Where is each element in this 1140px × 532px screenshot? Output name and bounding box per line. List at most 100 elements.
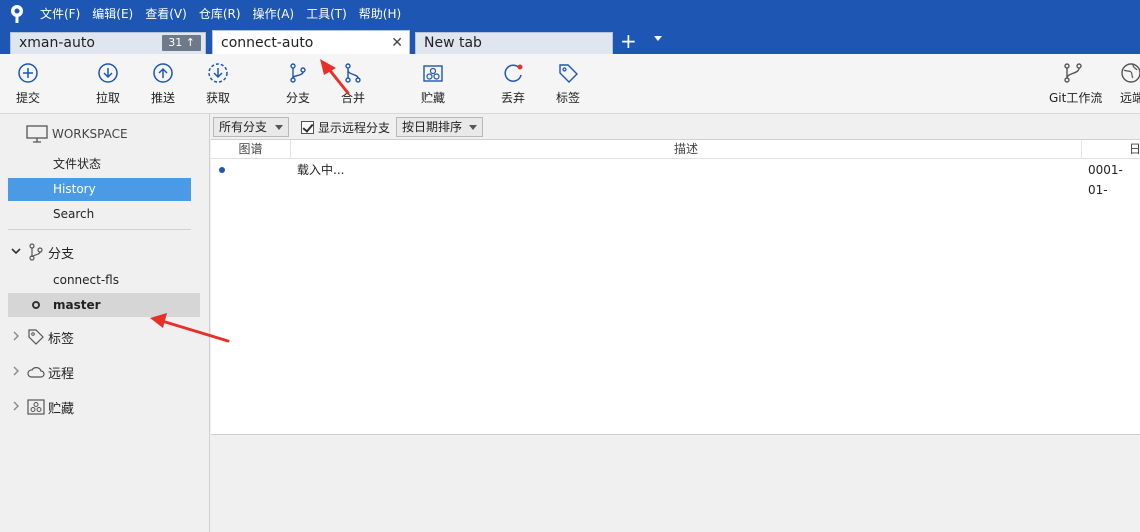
branch-icon (24, 243, 48, 261)
sidebar: WORKSPACE 文件状态 History Search 分支 connect… (0, 114, 210, 532)
show-remote-branches-toggle[interactable]: 显示远程分支 (301, 119, 390, 136)
history-panel: 所有分支 显示远程分支 按日期排序 图谱 描述 日 载入中... 0001-01… (211, 114, 1140, 532)
stash-button[interactable]: 贮藏 (409, 62, 457, 106)
globe-icon (1121, 63, 1140, 83)
fetch-label: 获取 (205, 91, 230, 105)
chevron-down-icon[interactable] (654, 36, 662, 41)
plus-circle-icon (18, 63, 38, 83)
chevron-down-icon (469, 125, 477, 130)
branch-button[interactable]: 分支 (274, 62, 322, 106)
branch-label: 分支 (285, 91, 310, 105)
sidebar-group-stashes[interactable]: 贮藏 (8, 395, 74, 419)
fetch-button[interactable]: 获取 (194, 62, 242, 106)
stashes-label: 贮藏 (48, 401, 75, 417)
commit-graph-node (219, 167, 225, 173)
sidebar-group-remotes[interactable]: 远程 (8, 360, 74, 384)
tag-icon (559, 64, 578, 83)
filter-bar: 所有分支 显示远程分支 按日期排序 (211, 114, 1140, 140)
branch-icon (290, 63, 306, 83)
sidebar-group-branches[interactable]: 分支 (8, 240, 74, 264)
discard-button[interactable]: 丢弃 (489, 62, 537, 106)
discard-label: 丢弃 (500, 91, 525, 105)
sort-dropdown[interactable]: 按日期排序 (396, 117, 483, 137)
sidebar-divider (8, 229, 191, 230)
merge-label: 合并 (340, 91, 365, 105)
menu-bar: 文件(F) 编辑(E) 查看(V) 仓库(R) 操作(A) 工具(T) 帮助(H… (0, 0, 1140, 28)
tab-label: New tab (424, 35, 482, 51)
workspace-header: WORKSPACE (26, 125, 128, 143)
merge-button[interactable]: 合并 (329, 62, 377, 106)
tags-label: 标签 (48, 331, 75, 347)
tag-icon (24, 328, 48, 346)
table-row[interactable]: 载入中... 0001-01- (211, 160, 1140, 197)
gitflow-icon (1064, 63, 1082, 83)
menu-repository[interactable]: 仓库(R) (193, 0, 247, 28)
chevron-right-icon[interactable] (8, 366, 24, 379)
commit-button[interactable]: 提交 (4, 62, 52, 106)
push-button[interactable]: 推送 (139, 62, 187, 106)
branch-filter-dropdown[interactable]: 所有分支 (213, 117, 289, 137)
stash-icon (24, 399, 48, 415)
menu-view[interactable]: 查看(V) (139, 0, 193, 28)
menu-tools[interactable]: 工具(T) (300, 0, 353, 28)
fetch-icon (208, 63, 228, 83)
menu-file[interactable]: 文件(F) (34, 0, 86, 28)
stash-label: 贮藏 (420, 91, 445, 105)
tab-label: connect-auto (221, 35, 314, 51)
push-label: 推送 (150, 91, 175, 105)
sort-value: 按日期排序 (402, 120, 463, 134)
pull-button[interactable]: 拉取 (84, 62, 132, 106)
chevron-right-icon[interactable] (8, 331, 24, 344)
branch-item-master[interactable]: master (8, 293, 200, 317)
app-logo-icon (0, 0, 34, 28)
tag-button[interactable]: 标签 (544, 62, 592, 106)
sidebar-item-file-status[interactable]: 文件状态 (8, 153, 191, 176)
column-header-date[interactable]: 日 (1082, 140, 1140, 159)
ahead-count-badge: 31 ↑ (162, 35, 201, 51)
column-header-description[interactable]: 描述 (291, 140, 1082, 159)
close-icon[interactable]: ✕ (391, 31, 403, 55)
arrow-up-circle-icon (153, 63, 173, 83)
tab-label: xman-auto (19, 35, 95, 51)
gitflow-button[interactable]: Git工作流 (1049, 62, 1103, 106)
discard-icon (504, 64, 523, 82)
workspace-title: WORKSPACE (52, 127, 128, 141)
sourcetree-window: 文件(F) 编辑(E) 查看(V) 仓库(R) 操作(A) 工具(T) 帮助(H… (0, 0, 1140, 532)
remote-label: 远端 (1120, 91, 1140, 105)
remote-button[interactable]: 远端 (1112, 62, 1140, 106)
tag-label: 标签 (555, 91, 580, 105)
chevron-down-icon[interactable] (8, 246, 24, 259)
tab-new-tab[interactable]: New tab (415, 32, 613, 54)
branch-item-connect-fls[interactable]: connect-fls (8, 268, 200, 292)
show-remote-label: 显示远程分支 (318, 121, 391, 135)
checkbox-checked[interactable] (301, 121, 314, 134)
commit-details-panel (211, 435, 1140, 532)
menu-help[interactable]: 帮助(H) (353, 0, 407, 28)
tab-xman-auto[interactable]: xman-auto 31 ↑ (10, 32, 206, 54)
add-tab-icon[interactable]: + (620, 31, 637, 51)
stash-icon (423, 65, 443, 82)
remotes-label: 远程 (48, 366, 75, 382)
commit-table-header: 图谱 描述 日 (211, 140, 1140, 159)
sidebar-item-search[interactable]: Search (8, 203, 191, 226)
merge-icon (345, 63, 361, 83)
branches-label: 分支 (48, 246, 75, 262)
toolbar: 提交 拉取 推送 获取 分支 合并 贮藏 丢弃 标签 Git工作流 远端 (0, 54, 1140, 114)
tab-bar: xman-auto 31 ↑ connect-auto ✕ New tab + (0, 28, 1140, 54)
sidebar-group-tags[interactable]: 标签 (8, 325, 74, 349)
branch-name: master (53, 298, 101, 312)
cloud-icon (24, 365, 48, 379)
tab-connect-auto[interactable]: connect-auto ✕ (212, 30, 410, 54)
column-header-graph[interactable]: 图谱 (211, 140, 291, 159)
menu-actions[interactable]: 操作(A) (247, 0, 301, 28)
chevron-right-icon[interactable] (8, 401, 24, 414)
branch-filter-value: 所有分支 (219, 120, 268, 134)
commit-description: 载入中... (297, 163, 345, 177)
gitflow-label: Git工作流 (1049, 91, 1103, 105)
sidebar-item-history[interactable]: History (8, 178, 191, 201)
pull-label: 拉取 (95, 91, 120, 105)
commit-date: 0001-01- (1088, 163, 1123, 197)
current-branch-indicator (32, 301, 40, 309)
menu-edit[interactable]: 编辑(E) (86, 0, 139, 28)
chevron-down-icon (275, 125, 283, 130)
